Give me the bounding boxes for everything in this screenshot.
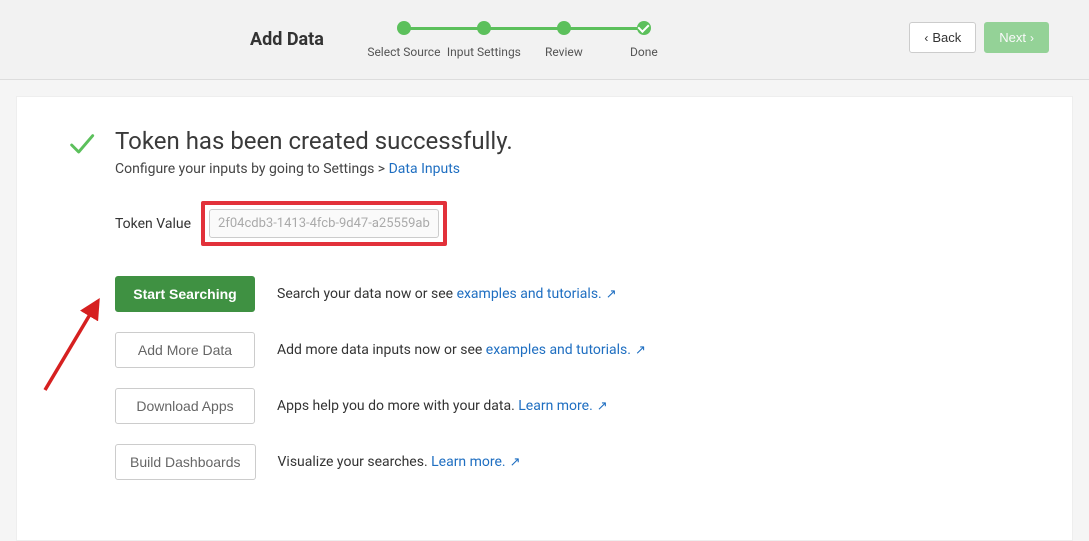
action-desc: Visualize your searches. Learn more. ↗ (278, 454, 521, 470)
stepper: Select Source Input Settings Review Done (364, 21, 684, 59)
action-row-add-more-data: Add More Data Add more data inputs now o… (115, 332, 1022, 368)
step-connector (564, 27, 644, 30)
external-link-icon: ↗ (635, 343, 646, 358)
success-title: Token has been created successfully. (115, 127, 1022, 155)
success-subtitle: Configure your inputs by going to Settin… (115, 161, 1022, 177)
chevron-right-icon: › (1030, 31, 1034, 45)
build-dashboards-button[interactable]: Build Dashboards (115, 444, 256, 480)
wizard-header: Add Data Select Source Input Settings Re… (0, 0, 1089, 80)
token-row: Token Value (115, 201, 1022, 246)
token-value-label: Token Value (115, 216, 191, 232)
back-label: Back (932, 30, 961, 45)
external-link-icon: ↗ (606, 287, 617, 302)
download-apps-button[interactable]: Download Apps (115, 388, 255, 424)
success-check-icon (67, 131, 95, 159)
action-desc: Apps help you do more with your data. Le… (277, 398, 608, 414)
page-title: Add Data (250, 29, 324, 50)
step-select-source: Select Source (364, 21, 444, 59)
step-dot-icon (557, 21, 571, 35)
action-desc: Add more data inputs now or see examples… (277, 342, 646, 358)
start-searching-button[interactable]: Start Searching (115, 276, 255, 312)
back-button[interactable]: ‹ Back (909, 22, 976, 53)
desc-prefix: Add more data inputs now or see (277, 342, 486, 358)
next-label: Next (999, 30, 1026, 45)
step-connector (484, 27, 564, 30)
desc-prefix: Apps help you do more with your data. (277, 398, 518, 414)
examples-tutorials-link[interactable]: examples and tutorials. (486, 342, 631, 358)
step-label: Done (630, 45, 658, 59)
action-desc: Search your data now or see examples and… (277, 286, 617, 302)
subtitle-prefix: Configure your inputs by going to Settin… (115, 161, 389, 177)
desc-prefix: Search your data now or see (277, 286, 457, 302)
examples-tutorials-link[interactable]: examples and tutorials. (457, 286, 602, 302)
learn-more-link[interactable]: Learn more. (518, 398, 593, 414)
step-connector (404, 27, 484, 30)
action-row-build-dashboards: Build Dashboards Visualize your searches… (115, 444, 1022, 480)
external-link-icon: ↗ (510, 455, 521, 470)
nav-buttons: ‹ Back Next › (909, 22, 1049, 53)
external-link-icon: ↗ (597, 399, 608, 414)
add-more-data-button[interactable]: Add More Data (115, 332, 255, 368)
token-highlight-box (201, 201, 447, 246)
step-dot-check-icon (637, 21, 651, 35)
learn-more-link[interactable]: Learn more. (431, 454, 506, 470)
data-inputs-link[interactable]: Data Inputs (389, 161, 460, 177)
action-row-download-apps: Download Apps Apps help you do more with… (115, 388, 1022, 424)
main-panel: Token has been created successfully. Con… (16, 96, 1073, 541)
next-button[interactable]: Next › (984, 22, 1049, 53)
token-value-input[interactable] (209, 209, 439, 238)
desc-prefix: Visualize your searches. (278, 454, 432, 470)
step-dot-icon (397, 21, 411, 35)
step-label: Input Settings (447, 45, 521, 59)
step-label: Review (545, 45, 583, 59)
step-label: Select Source (367, 45, 440, 59)
chevron-left-icon: ‹ (924, 31, 928, 45)
step-dot-icon (477, 21, 491, 35)
action-row-start-searching: Start Searching Search your data now or … (115, 276, 1022, 312)
